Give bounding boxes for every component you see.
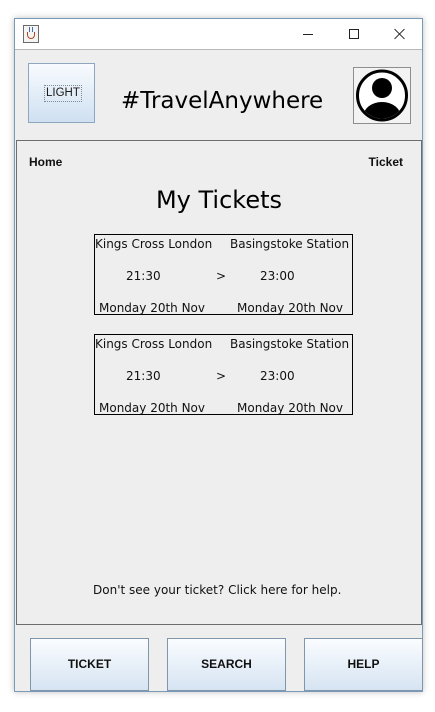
ticket-arrival-time: 23:00: [260, 269, 295, 283]
ticket-arrival-date: Monday 20th Nov: [237, 401, 344, 415]
maximize-icon: [349, 29, 359, 39]
ticket-card[interactable]: Kings Cross London Basingstoke Station 2…: [94, 334, 353, 415]
brand-title: #TravelAnywhere: [121, 88, 324, 114]
user-avatar-icon: [356, 69, 408, 122]
ticket-arrow: >: [216, 369, 227, 383]
minimize-button[interactable]: [285, 19, 331, 49]
maximize-button[interactable]: [331, 19, 377, 49]
minimize-icon: [303, 34, 313, 35]
help-link[interactable]: Don't see your ticket? Click here for he…: [93, 583, 341, 597]
theme-toggle-label: LIGHT: [44, 85, 82, 102]
ticket-departure-time: 21:30: [126, 269, 161, 283]
ticket-arrow: >: [216, 269, 227, 283]
theme-toggle-button[interactable]: LIGHT: [28, 63, 95, 123]
help-nav-button[interactable]: HELP: [304, 638, 423, 691]
close-button[interactable]: [377, 19, 423, 49]
breadcrumb-home[interactable]: Home: [29, 155, 62, 169]
ticket-arrival-date: Monday 20th Nov: [237, 301, 344, 315]
ticket-arrival-time: 23:00: [260, 369, 295, 383]
ticket-departure-time: 21:30: [126, 369, 161, 383]
title-bar: [15, 19, 422, 49]
ticket-departure-date: Monday 20th Nov: [99, 401, 206, 415]
ticket-card[interactable]: Kings Cross London Basingstoke Station 2…: [94, 234, 353, 315]
java-app-icon: [23, 25, 39, 43]
ticket-destination: Basingstoke Station: [230, 237, 350, 251]
close-icon: [394, 28, 406, 40]
search-nav-button[interactable]: SEARCH: [167, 638, 286, 691]
ticket-origin: Kings Cross London: [95, 237, 213, 251]
tickets-panel: Home Ticket My Tickets Kings Cross Londo…: [16, 140, 422, 625]
ticket-departure-date: Monday 20th Nov: [99, 301, 206, 315]
app-content: LIGHT #TravelAnywhere Home Ticket My Tic…: [15, 49, 423, 691]
app-window: LIGHT #TravelAnywhere Home Ticket My Tic…: [14, 18, 423, 692]
page-title: My Tickets: [155, 186, 283, 214]
profile-button[interactable]: [353, 67, 411, 124]
ticket-destination: Basingstoke Station: [230, 337, 350, 351]
ticket-nav-button[interactable]: TICKET: [30, 638, 149, 691]
ticket-origin: Kings Cross London: [95, 337, 213, 351]
breadcrumb-current: Ticket: [368, 155, 403, 169]
cup-icon-part: [27, 32, 35, 39]
